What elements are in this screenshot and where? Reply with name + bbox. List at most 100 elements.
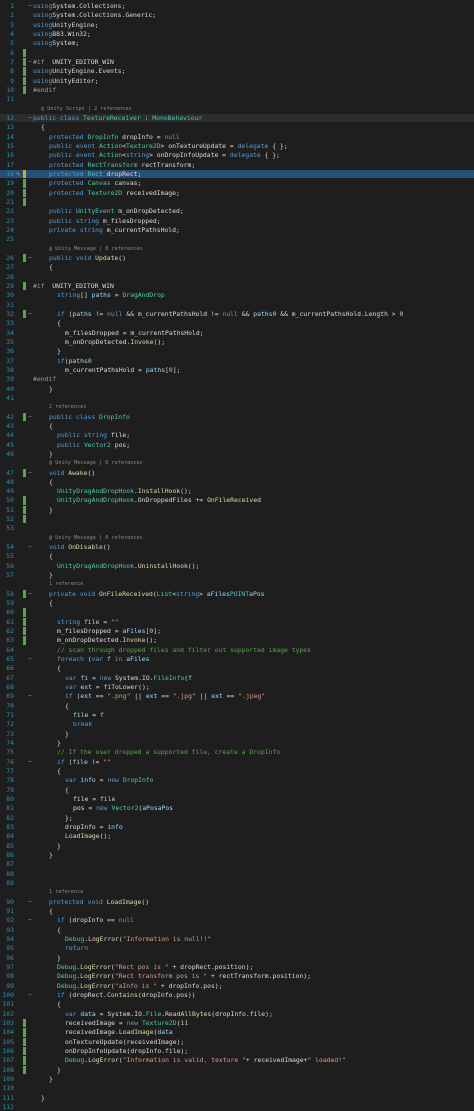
code-line[interactable]: 29 #if UNITY_EDITOR_WIN bbox=[0, 281, 474, 291]
code-line[interactable]: 70 { bbox=[0, 702, 474, 710]
code-text[interactable]: public event Action<Texture2D> onTexture… bbox=[49, 142, 288, 150]
code-text[interactable]: UnityDragAndDropHook.OnDroppedFiles += O… bbox=[57, 496, 261, 504]
code-text[interactable]: receivedImage.LoadImage(data bbox=[65, 1028, 173, 1036]
code-text[interactable]: } bbox=[49, 385, 53, 393]
code-line[interactable]: 27 { bbox=[0, 263, 474, 271]
codelens-text[interactable]: @ Unity Message | 0 references bbox=[49, 534, 143, 542]
code-line[interactable]: 95 return bbox=[0, 944, 474, 952]
code-text[interactable]: m_currentPathsHold = paths[0]; bbox=[65, 366, 180, 374]
code-text[interactable]: { bbox=[49, 263, 53, 271]
code-text[interactable]: string[] paths = DragAndDrop bbox=[57, 291, 165, 299]
fold-toggle-icon[interactable]: − bbox=[28, 413, 32, 421]
code-line[interactable]: 47 − void Awake() bbox=[0, 468, 474, 477]
code-line[interactable]: 98 Debug.LogError("Rect transform pos is … bbox=[0, 972, 474, 980]
code-line[interactable]: 82}; bbox=[0, 814, 474, 822]
code-text[interactable]: void OnDisable() bbox=[49, 543, 111, 551]
fold-toggle-icon[interactable]: − bbox=[28, 469, 32, 477]
code-line[interactable]: 21 bbox=[0, 197, 474, 207]
code-line[interactable]: 30 string[] paths = DragAndDrop bbox=[0, 291, 474, 299]
codelens-hint[interactable]: 1 reference bbox=[0, 580, 474, 588]
code-text[interactable]: } bbox=[49, 450, 53, 458]
code-line[interactable]: 34 m_filesDropped = m_currentPathsHold; bbox=[0, 329, 474, 337]
codelens-hint[interactable]: @ Unity Message | 0 references bbox=[0, 459, 474, 467]
code-line[interactable]: 97 Debug.LogError("Rect pos is " + dropRe… bbox=[0, 963, 474, 971]
fold-toggle-icon[interactable]: − bbox=[28, 898, 32, 906]
code-text[interactable]: // If the user dropped a supported file,… bbox=[57, 748, 280, 756]
code-text[interactable]: { bbox=[49, 422, 53, 430]
code-text[interactable]: if (dropInfo == null bbox=[57, 916, 134, 924]
code-line[interactable]: 93 { bbox=[0, 926, 474, 934]
code-text[interactable]: } bbox=[41, 1094, 45, 1102]
codelens-text[interactable]: @ Unity Script | 2 references bbox=[41, 105, 132, 113]
code-line[interactable]: 44 public string file; bbox=[0, 431, 474, 439]
code-line[interactable]: 7 − #if UNITY_EDITOR_WIN bbox=[0, 57, 474, 67]
code-text[interactable]: } bbox=[49, 1075, 53, 1083]
codelens-text[interactable]: @ Unity Message | 0 references bbox=[49, 459, 143, 467]
code-text[interactable]: } bbox=[57, 842, 61, 850]
code-line[interactable]: 71 file = f bbox=[0, 711, 474, 719]
code-line[interactable]: 3 usingUnityEngine; bbox=[0, 21, 474, 29]
code-text[interactable]: file = file bbox=[73, 795, 115, 803]
code-text[interactable]: { bbox=[41, 123, 45, 131]
code-line[interactable]: 77 { bbox=[0, 767, 474, 775]
code-text[interactable]: protected void LoadImage() bbox=[49, 898, 149, 906]
code-text[interactable]: public Vector2 pos; bbox=[57, 441, 130, 449]
code-line[interactable]: 109} bbox=[0, 1075, 474, 1083]
fold-toggle-icon[interactable]: − bbox=[28, 991, 32, 999]
code-line[interactable]: 62 m_filesDropped = aFiles[0]; bbox=[0, 627, 474, 636]
fold-toggle-icon[interactable]: − bbox=[28, 655, 32, 663]
code-line[interactable]: 43 { bbox=[0, 422, 474, 430]
codelens-text[interactable]: 1 reference bbox=[49, 888, 83, 896]
code-text[interactable]: protected RectTransform rectTransform; bbox=[49, 161, 195, 169]
code-text[interactable]: return bbox=[65, 944, 88, 952]
codelens-hint[interactable]: @ Unity Message | 0 references bbox=[0, 245, 474, 253]
code-text[interactable]: private string m_currentPathsHold; bbox=[49, 226, 180, 234]
code-line[interactable]: 61 string file = "" bbox=[0, 617, 474, 627]
fold-toggle-icon[interactable]: − bbox=[28, 254, 32, 262]
code-text[interactable]: } bbox=[49, 506, 53, 514]
code-line[interactable]: 107 Debug.LogError("Information is valid,… bbox=[0, 1056, 474, 1065]
code-text[interactable]: { bbox=[49, 478, 53, 486]
code-line[interactable]: 69 − if (ext == ".png" || ext == ".jpg" ||… bbox=[0, 692, 474, 700]
code-line[interactable]: 13 { bbox=[0, 123, 474, 131]
code-text[interactable]: #if UNITY_EDITOR_WIN bbox=[33, 58, 114, 66]
code-text[interactable]: usingB83.Win32; bbox=[33, 30, 91, 38]
fold-toggle-icon[interactable]: − bbox=[28, 58, 32, 66]
code-line[interactable]: 50 UnityDragAndDropHook.OnDroppedFiles +=… bbox=[0, 496, 474, 505]
code-line[interactable]: 54 − void OnDisable() bbox=[0, 543, 474, 551]
code-line[interactable]: 20 protected Texture2D receivedImage; bbox=[0, 188, 474, 197]
fold-toggle-icon[interactable]: − bbox=[28, 310, 32, 318]
code-text[interactable]: private void OnFileReceived(List<string>… bbox=[49, 590, 265, 598]
code-text[interactable]: } bbox=[57, 1066, 61, 1074]
code-text[interactable]: onTextureUpdate(receivedImage); bbox=[65, 1038, 184, 1046]
codelens-text[interactable]: @ Unity Message | 0 references bbox=[49, 245, 143, 253]
code-line[interactable]: 11 bbox=[0, 95, 474, 103]
code-line[interactable]: 74} bbox=[0, 739, 474, 747]
code-line[interactable]: 32 − if (paths != null && m_currentPathsHo… bbox=[0, 309, 474, 319]
code-text[interactable]: public UnityEvent m_onDropDetected; bbox=[49, 207, 184, 215]
code-line[interactable]: 110 bbox=[0, 1084, 474, 1092]
code-line[interactable]: 15 public event Action<Texture2D> onTextu… bbox=[0, 142, 474, 150]
code-line[interactable]: 37 if(paths0 bbox=[0, 357, 474, 365]
code-line[interactable]: 59 { bbox=[0, 599, 474, 607]
codelens-hint[interactable]: 1 reference bbox=[0, 888, 474, 896]
code-line[interactable]: 2 usingSystem.Collections.Generic; bbox=[0, 11, 474, 19]
code-text[interactable]: protected Canvas canvas; bbox=[49, 179, 141, 187]
code-text[interactable]: Debug.LogError("Information is null!!" bbox=[65, 935, 211, 943]
code-line[interactable]: 38 m_currentPathsHold = paths[0]; bbox=[0, 366, 474, 374]
fold-toggle-icon[interactable]: − bbox=[28, 692, 32, 700]
code-line[interactable]: 66 { bbox=[0, 664, 474, 672]
codelens-hint[interactable]: @ Unity Script | 2 references bbox=[0, 105, 474, 113]
code-text[interactable]: { bbox=[49, 552, 53, 560]
code-line[interactable]: 63 m_onDropDetected.Invoke(); bbox=[0, 636, 474, 645]
code-text[interactable]: #if UNITY_EDITOR_WIN bbox=[33, 282, 114, 290]
code-text[interactable]: m_filesDropped = m_currentPathsHold; bbox=[65, 329, 204, 337]
code-line[interactable]: 79 { bbox=[0, 786, 474, 794]
code-text[interactable]: { bbox=[57, 1000, 61, 1008]
code-line[interactable]: 75 // If the user dropped a supported fil… bbox=[0, 748, 474, 756]
code-line[interactable]: 65 − foreach (var f in aFiles bbox=[0, 655, 474, 663]
code-text[interactable]: usingUnityEditor; bbox=[33, 77, 98, 85]
code-text[interactable]: public class DropInfo bbox=[49, 413, 130, 421]
code-text[interactable]: m_filesDropped = aFiles[0]; bbox=[57, 627, 161, 635]
code-line[interactable]: 8 usingUnityEngine.Events; bbox=[0, 67, 474, 76]
